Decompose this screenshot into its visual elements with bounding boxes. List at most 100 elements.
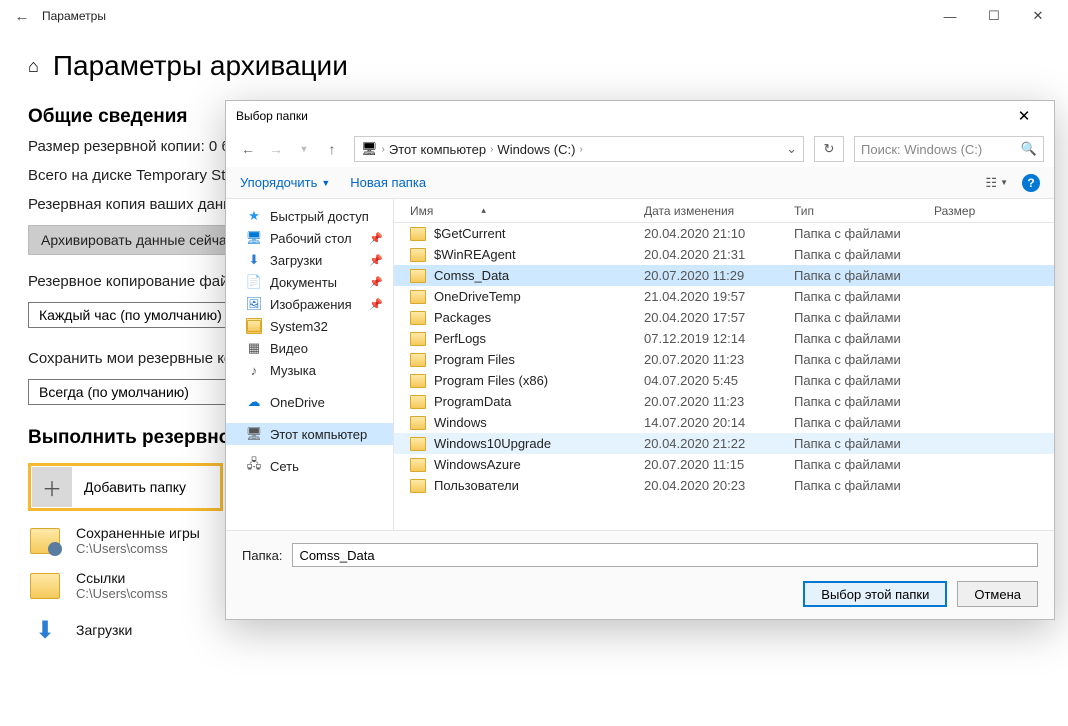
file-name: $GetCurrent: [434, 226, 506, 241]
img-icon: 🖼: [246, 296, 262, 312]
refresh-button[interactable]: ↻: [814, 136, 844, 162]
chevron-right-icon: ›: [490, 144, 493, 155]
folder-icon: [410, 437, 426, 451]
file-row[interactable]: ProgramData20.07.2020 11:23Папка с файла…: [394, 391, 1054, 412]
schedule-dropdown[interactable]: Каждый час (по умолчанию) ▼: [28, 302, 258, 328]
file-type: Папка с файлами: [794, 226, 934, 241]
folder-name: Загрузки: [76, 622, 132, 638]
tree-item[interactable]: ⬇Загрузки📌: [226, 249, 393, 271]
breadcrumb[interactable]: 🖥 › Этот компьютер › Windows (C:) › ⌄: [354, 136, 804, 162]
dialog-titlebar: Выбор папки ✕: [226, 101, 1054, 131]
select-folder-button[interactable]: Выбор этой папки: [803, 581, 947, 607]
plus-icon: ＋: [32, 467, 72, 507]
pin-icon: 📌: [369, 254, 383, 267]
file-row[interactable]: Windows14.07.2020 20:14Папка с файлами: [394, 412, 1054, 433]
col-size-header[interactable]: Размер: [934, 204, 1004, 218]
tree-item[interactable]: ▦Видео: [226, 337, 393, 359]
chevron-right-icon: ›: [579, 144, 582, 155]
cancel-button[interactable]: Отмена: [957, 581, 1038, 607]
tree-item-label: Изображения: [270, 297, 352, 312]
tree-item[interactable]: 🖥Рабочий стол📌: [226, 227, 393, 249]
add-folder-label: Добавить папку: [84, 479, 186, 495]
tree-item-label: Сеть: [270, 459, 299, 474]
star-icon: ★: [246, 208, 262, 224]
folder-name: Сохраненные игры: [76, 525, 200, 541]
file-row[interactable]: Program Files (x86)04.07.2020 5:45Папка …: [394, 370, 1054, 391]
file-name: Program Files: [434, 352, 515, 367]
tree-item[interactable]: ★Быстрый доступ: [226, 205, 393, 227]
col-type-header[interactable]: Тип: [794, 204, 934, 218]
file-name: PerfLogs: [434, 331, 486, 346]
breadcrumb-dropdown[interactable]: ⌄: [786, 141, 797, 157]
folder-icon: [410, 290, 426, 304]
folder-field-input[interactable]: [292, 543, 1038, 567]
tree-item[interactable]: ♪Музыка: [226, 359, 393, 381]
file-type: Папка с файлами: [794, 352, 934, 367]
file-row[interactable]: PerfLogs07.12.2019 12:14Папка с файлами: [394, 328, 1054, 349]
window-title: Параметры: [42, 9, 106, 23]
home-icon[interactable]: ⌂: [28, 56, 39, 77]
file-row[interactable]: Program Files20.07.2020 11:23Папка с фай…: [394, 349, 1054, 370]
file-date: 21.04.2020 19:57: [644, 289, 794, 304]
folder-icon: [410, 395, 426, 409]
nav-recent-dropdown[interactable]: ▼: [292, 137, 316, 161]
dialog-title: Выбор папки: [236, 109, 308, 123]
dialog-footer: Папка: Выбор этой папки Отмена: [226, 530, 1054, 619]
file-row[interactable]: Пользователи20.04.2020 20:23Папка с файл…: [394, 475, 1054, 496]
search-input[interactable]: Поиск: Windows (C:) 🔍: [854, 136, 1044, 162]
keep-dropdown[interactable]: Всегда (по умолчанию) ▼: [28, 379, 258, 405]
dialog-toolbar: Упорядочить ▼ Новая папка ☷ ▼ ?: [226, 167, 1054, 199]
folder-icon: [410, 416, 426, 430]
dialog-body: ★Быстрый доступ🖥Рабочий стол📌⬇Загрузки📌📄…: [226, 199, 1054, 530]
file-row[interactable]: Windows10Upgrade20.04.2020 21:22Папка с …: [394, 433, 1054, 454]
col-name-header[interactable]: Имя▴: [394, 204, 644, 218]
nav-up-button[interactable]: ↑: [320, 137, 344, 161]
tree-item-label: System32: [270, 319, 328, 334]
tree-item[interactable]: 🖼Изображения📌: [226, 293, 393, 315]
help-button[interactable]: ?: [1022, 174, 1040, 192]
file-row[interactable]: OneDriveTemp21.04.2020 19:57Папка с файл…: [394, 286, 1054, 307]
tree-item[interactable]: 🖧Сеть: [226, 455, 393, 477]
back-button[interactable]: ←: [8, 8, 36, 25]
tree-item[interactable]: ☁OneDrive: [226, 391, 393, 413]
folder-path: C:\Users\comss: [76, 586, 168, 601]
nav-tree: ★Быстрый доступ🖥Рабочий стол📌⬇Загрузки📌📄…: [226, 199, 394, 530]
file-type: Папка с файлами: [794, 394, 934, 409]
tree-item[interactable]: 📄Документы📌: [226, 271, 393, 293]
window-controls: — ☐ ✕: [928, 0, 1060, 32]
maximize-button[interactable]: ☐: [972, 0, 1016, 32]
links-icon: [28, 571, 62, 601]
file-row[interactable]: Packages20.04.2020 17:57Папка с файлами: [394, 307, 1054, 328]
pin-icon: 📌: [369, 232, 383, 245]
pc-icon: 🖥: [361, 141, 378, 157]
folder-field-label: Папка:: [242, 548, 282, 563]
file-name: OneDriveTemp: [434, 289, 521, 304]
breadcrumb-segment[interactable]: Этот компьютер: [389, 142, 486, 157]
add-folder-button[interactable]: ＋ Добавить папку: [32, 467, 219, 507]
nav-back-button[interactable]: ←: [236, 137, 260, 161]
tree-item-label: Этот компьютер: [270, 427, 367, 442]
view-mode-button[interactable]: ☷ ▼: [985, 175, 1008, 191]
tree-item-label: Документы: [270, 275, 337, 290]
tree-item[interactable]: 🖥Этот компьютер: [226, 423, 393, 445]
breadcrumb-segment[interactable]: Windows (C:): [497, 142, 575, 157]
file-date: 14.07.2020 20:14: [644, 415, 794, 430]
backup-now-button[interactable]: Архивировать данные сейчас: [28, 225, 247, 255]
new-folder-button[interactable]: Новая папка: [350, 175, 426, 190]
minimize-button[interactable]: —: [928, 0, 972, 32]
close-button[interactable]: ✕: [1016, 0, 1060, 32]
organize-menu[interactable]: Упорядочить ▼: [240, 175, 330, 190]
file-row[interactable]: Comss_Data20.07.2020 11:29Папка с файлам…: [394, 265, 1054, 286]
video-icon: ▦: [246, 340, 262, 356]
file-date: 20.07.2020 11:15: [644, 457, 794, 472]
dialog-close-button[interactable]: ✕: [1004, 107, 1044, 125]
page-header: ⌂ Параметры архивации: [28, 50, 1040, 82]
file-row[interactable]: WindowsAzure20.07.2020 11:15Папка с файл…: [394, 454, 1054, 475]
nav-forward-button[interactable]: →: [264, 137, 288, 161]
file-row[interactable]: $WinREAgent20.04.2020 21:31Папка с файла…: [394, 244, 1054, 265]
folder-icon: [410, 374, 426, 388]
tree-item[interactable]: System32: [226, 315, 393, 337]
file-row[interactable]: $GetCurrent20.04.2020 21:10Папка с файла…: [394, 223, 1054, 244]
col-date-header[interactable]: Дата изменения: [644, 204, 794, 218]
file-type: Папка с файлами: [794, 415, 934, 430]
